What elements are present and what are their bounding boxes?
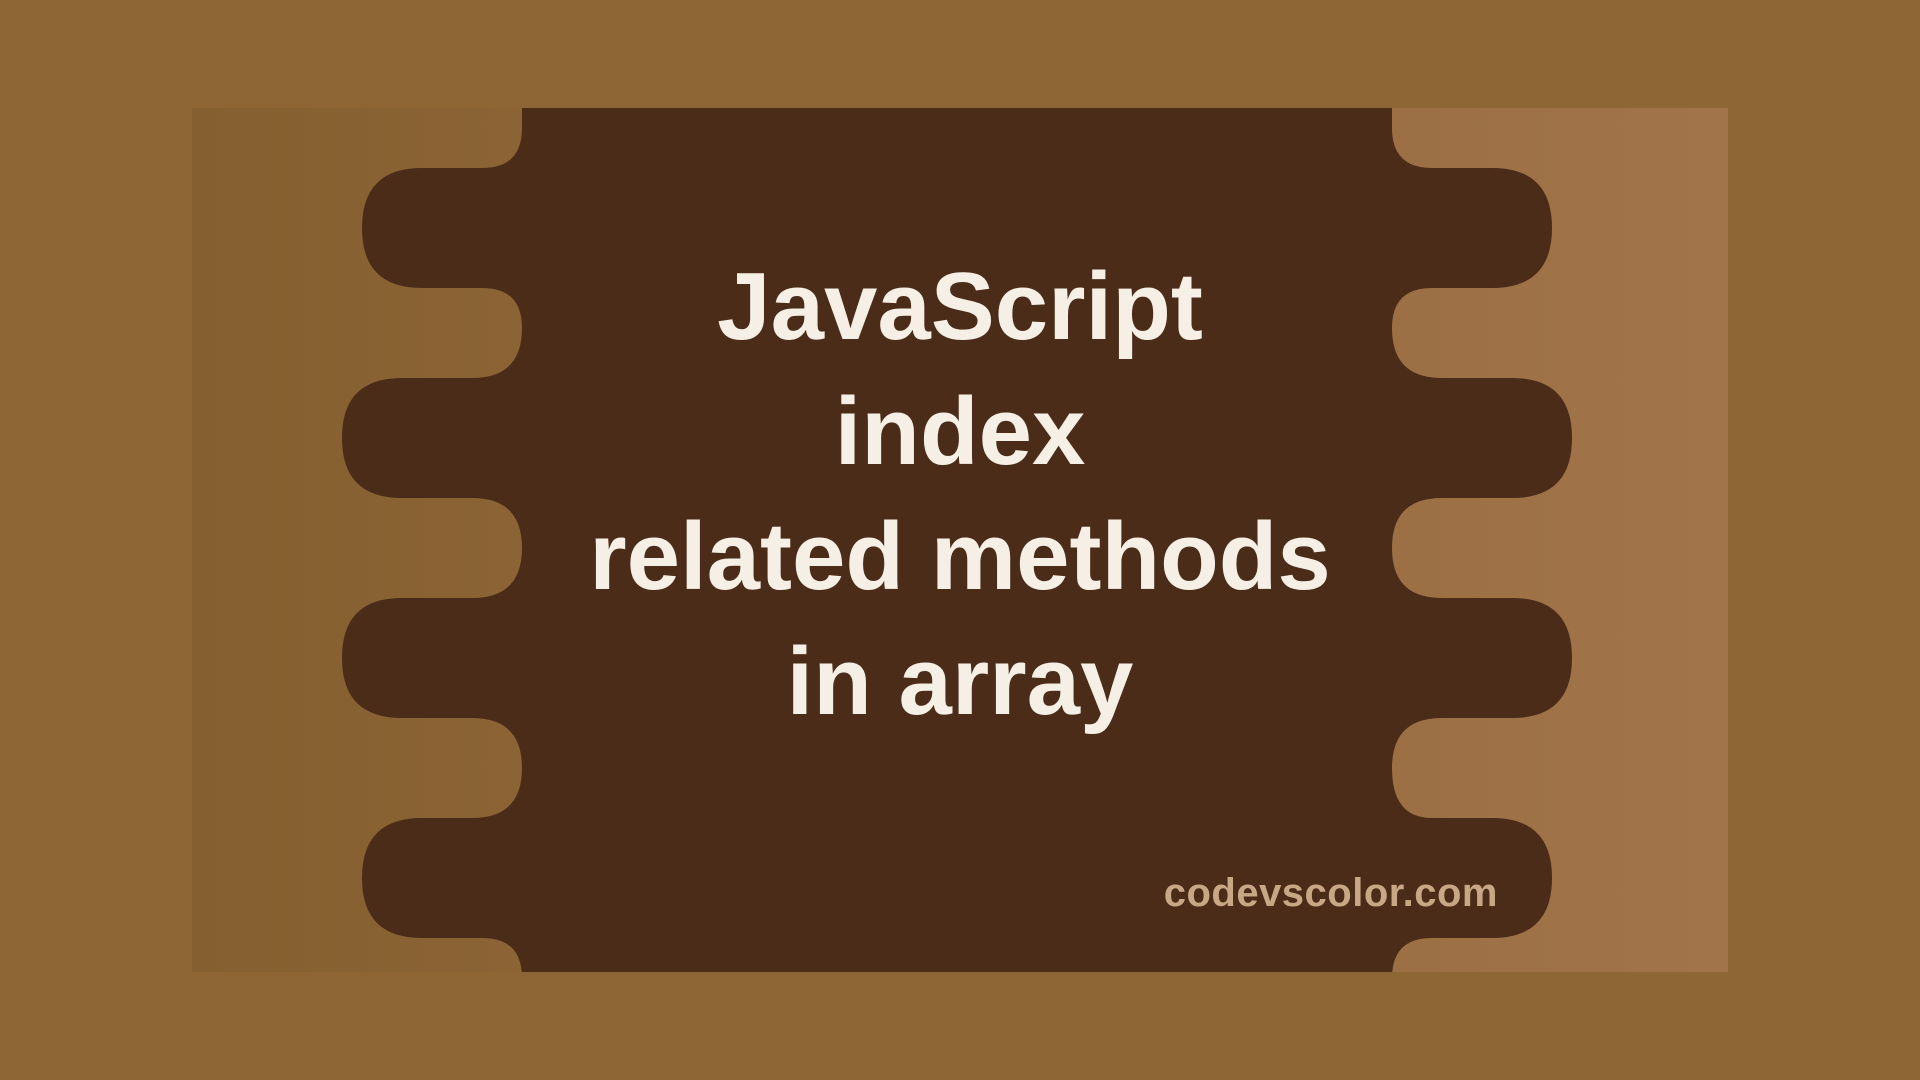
banner-title: JavaScript index related methods in arra…	[589, 245, 1331, 744]
banner-card: JavaScript index related methods in arra…	[192, 108, 1728, 972]
watermark-text: codevscolor.com	[1164, 871, 1498, 916]
content-area: JavaScript index related methods in arra…	[192, 108, 1728, 972]
